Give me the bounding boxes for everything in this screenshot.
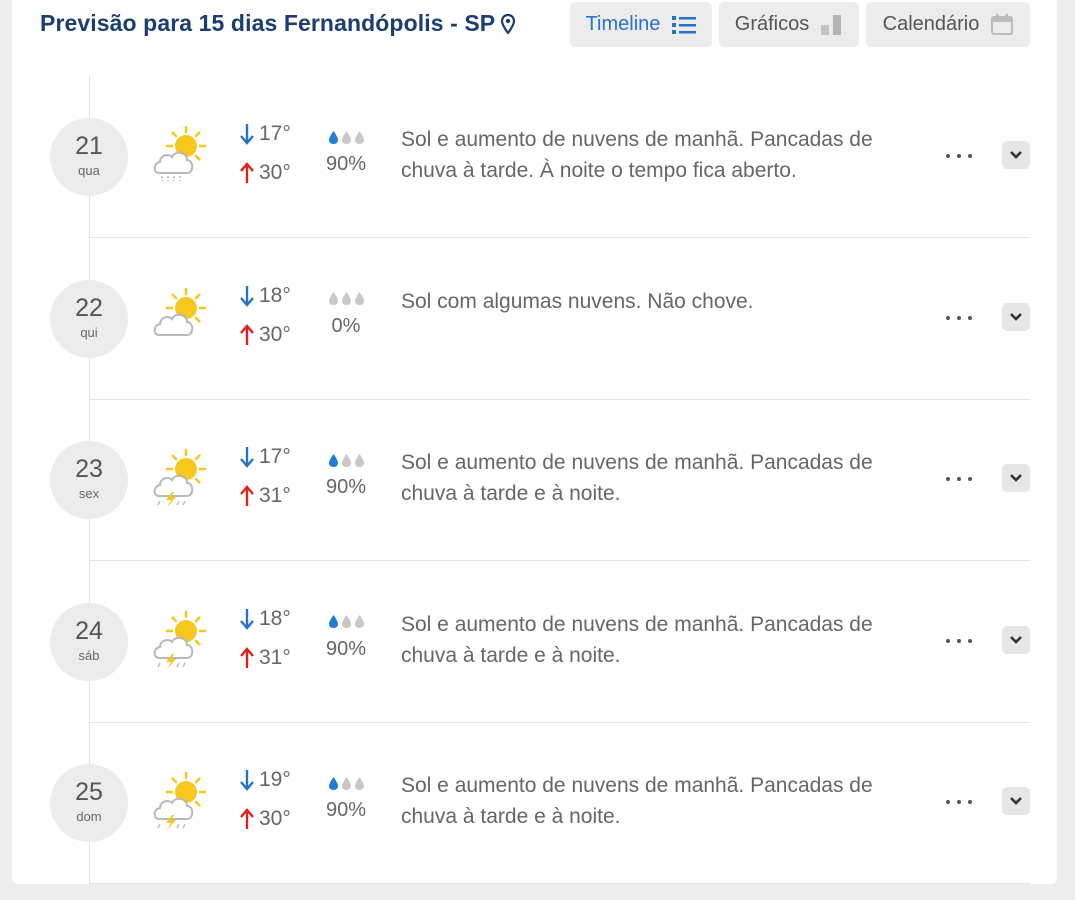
rain-probability: 90% — [324, 773, 368, 822]
max-temp-arrow-icon — [239, 162, 255, 184]
min-temp: 18° — [259, 606, 291, 630]
weekday-label: sáb — [78, 647, 100, 663]
sun-cloud-drizzle-icon — [152, 123, 212, 190]
min-temp: 19° — [259, 768, 291, 791]
weekday-label: sex — [78, 486, 100, 501]
temperature-range: 18° 31° — [239, 606, 319, 671]
max-temp: 30° — [259, 161, 291, 184]
day-badge: 25 dom — [50, 764, 128, 842]
max-temp-arrow-icon — [239, 323, 255, 346]
day-row[interactable]: 23 sex 17° 31° 90% Sol e aumento de nuve… — [12, 400, 1057, 561]
more-options-icon[interactable] — [944, 636, 974, 646]
max-temp: 31° — [259, 484, 291, 507]
day-row[interactable]: 22 qui 18° 30° 0% Sol com algumas nuvens… — [12, 239, 1057, 400]
calendar-icon — [991, 13, 1014, 36]
expand-chevron-icon[interactable] — [1002, 787, 1030, 815]
more-options-icon[interactable] — [944, 797, 974, 807]
max-temp-arrow-icon — [239, 646, 255, 669]
min-temp: 17° — [259, 445, 291, 468]
sun-cloud-storm-icon — [152, 769, 212, 836]
min-temp-arrow-icon — [239, 608, 255, 630]
temperature-range: 17° 30° — [239, 121, 319, 186]
page-title-text: Previsão para 15 dias Fernandópolis - SP — [40, 10, 496, 36]
timeline-label: Timeline — [585, 13, 661, 35]
expand-chevron-icon[interactable] — [1002, 464, 1030, 492]
more-options-icon[interactable] — [944, 474, 974, 484]
day-number: 22 — [75, 293, 103, 322]
forecast-description: Sol e aumento de nuvens de manhã. Pancad… — [401, 451, 873, 505]
day-number: 23 — [75, 455, 103, 483]
day-badge: 22 qui — [50, 279, 128, 358]
sun-cloud-icon — [152, 285, 212, 352]
more-options-icon[interactable] — [944, 151, 974, 161]
day-badge: 24 sáb — [50, 602, 128, 681]
min-temp-arrow-icon — [239, 769, 255, 791]
day-number: 25 — [75, 778, 103, 806]
forecast-description: Sol e aumento de nuvens de manhã. Pancad… — [401, 612, 873, 667]
min-temp-arrow-icon — [239, 123, 255, 145]
day-row[interactable]: 21 qua 17° 30° 90% Sol e aumento de nuve… — [12, 77, 1057, 238]
bar-chart-icon — [821, 14, 843, 36]
location-pin-icon[interactable] — [501, 13, 516, 34]
rain-percent: 90% — [325, 476, 367, 498]
graficos-label: Gráficos — [734, 13, 810, 35]
forecast-description: Sol e aumento de nuvens de manhã. Pancad… — [401, 774, 873, 828]
temperature-range: 17° 31° — [239, 444, 319, 509]
min-temp: 18° — [259, 283, 291, 307]
forecast-description: Sol com algumas nuvens. Não chove. — [401, 289, 754, 313]
sun-cloud-storm-icon — [152, 608, 212, 675]
row-divider — [90, 883, 1030, 884]
forecast-description: Sol e aumento de nuvens de manhã. Pancad… — [401, 128, 873, 182]
weekday-label: qui — [80, 324, 98, 340]
day-row[interactable]: 25 dom 19° 30° 90% Sol e aumento de nuve… — [12, 723, 1057, 884]
max-temp: 31° — [259, 645, 291, 669]
expand-chevron-icon[interactable] — [1002, 302, 1030, 331]
graficos-button[interactable]: Gráficos — [719, 2, 859, 47]
rain-drops-icon — [324, 773, 368, 793]
page-title: Previsão para 15 dias Fernandópolis - SP — [40, 10, 516, 37]
calendario-button[interactable]: Calendário — [866, 2, 1030, 47]
max-temp-arrow-icon — [239, 485, 255, 507]
rain-probability: 90% — [324, 612, 368, 661]
expand-chevron-icon[interactable] — [1002, 141, 1030, 169]
temperature-range: 19° 30° — [239, 767, 319, 832]
more-options-icon[interactable] — [944, 313, 974, 323]
timeline-button[interactable]: Timeline — [570, 2, 712, 47]
rain-drops-icon — [324, 450, 368, 470]
calendario-label: Calendário — [882, 13, 980, 35]
max-temp-arrow-icon — [239, 808, 255, 830]
min-temp: 17° — [259, 122, 291, 145]
rain-drops-icon — [324, 612, 368, 632]
rain-percent: 90% — [325, 153, 367, 175]
rain-probability: 90% — [324, 127, 368, 176]
rain-drops-icon — [324, 127, 368, 147]
day-badge: 23 sex — [50, 441, 128, 519]
list-icon — [672, 14, 697, 36]
weekday-label: dom — [76, 809, 102, 824]
rain-percent: 0% — [331, 314, 361, 337]
min-temp-arrow-icon — [239, 285, 255, 307]
max-temp: 30° — [259, 807, 291, 830]
temperature-range: 18° 30° — [239, 283, 319, 348]
forecast-card: Previsão para 15 dias Fernandópolis - SP… — [12, 0, 1057, 884]
rain-percent: 90% — [325, 799, 367, 821]
min-temp-arrow-icon — [239, 446, 255, 468]
rain-probability: 90% — [324, 450, 368, 499]
rain-probability: 0% — [324, 289, 368, 338]
sun-cloud-storm-icon — [152, 446, 212, 513]
weekday-label: qua — [78, 163, 100, 178]
rain-drops-icon — [324, 289, 368, 309]
expand-chevron-icon[interactable] — [1002, 625, 1030, 654]
max-temp: 30° — [259, 322, 291, 346]
day-number: 24 — [75, 616, 103, 645]
day-number: 21 — [75, 132, 103, 160]
day-row[interactable]: 24 sáb 18° 31° 90% Sol e aumento de nuve… — [12, 562, 1057, 723]
day-badge: 21 qua — [50, 118, 128, 196]
rain-percent: 90% — [325, 637, 367, 660]
